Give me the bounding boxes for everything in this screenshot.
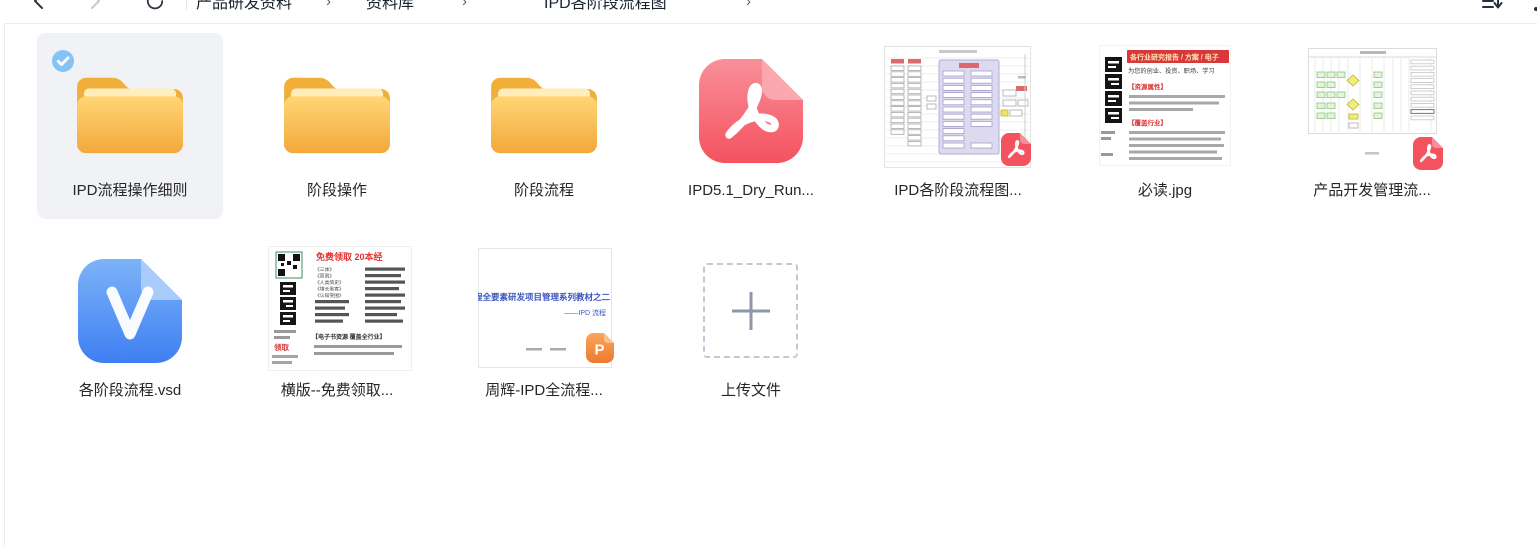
file-manager-window: 产品研发资料 › 资料库 › IPD各阶段流程图 › <box>0 0 1537 546</box>
tile-image-bidu-jpg[interactable]: 各行业研究报告 / 方案 / 电子 为您的创业、投资、职场、学习 【资源属性】 … <box>1072 33 1258 219</box>
visio-file-icon <box>37 233 223 381</box>
plus-icon <box>729 289 773 333</box>
file-label: 必读.jpg <box>1077 180 1253 202</box>
image-thumbnail: 各行业研究报告 / 方案 / 电子 为您的创业、投资、职场、学习 【资源属性】 … <box>1099 45 1231 166</box>
tile-pdf-product-dev-process[interactable]: 产品开发管理流... <box>1279 33 1465 219</box>
tile-visio-stage-process[interactable]: 各阶段流程.vsd <box>37 233 223 419</box>
back-button[interactable] <box>30 0 48 21</box>
svg-text:《认知突围》: 《认知突围》 <box>315 292 344 299</box>
svg-text:《三体》: 《三体》 <box>315 266 334 273</box>
breadcrumb-item-2[interactable]: 资料库 <box>366 0 414 21</box>
pdf-badge-icon <box>1001 133 1031 171</box>
file-label: IPD5.1_Dry_Run... <box>663 180 839 202</box>
svg-text:【资源属性】: 【资源属性】 <box>1128 82 1167 91</box>
svg-text:【电子书资源 覆盖全行业】: 【电子书资源 覆盖全行业】 <box>312 333 386 341</box>
document-thumbnail <box>1308 48 1437 166</box>
upload-label: 上传文件 <box>663 380 839 402</box>
svg-text:为您的创业、投资、职场、学习: 为您的创业、投资、职场、学习 <box>1128 67 1215 75</box>
more-icon[interactable] <box>1532 0 1537 21</box>
image-thumbnail: 领取 免费领取 20本经 《三体》 《原则》 《人类简史》 《增长黑客》 《认知… <box>268 246 412 371</box>
svg-text:——IPD 流程: ——IPD 流程 <box>564 308 606 317</box>
svg-text:【覆盖行业】: 【覆盖行业】 <box>1128 118 1167 127</box>
breadcrumb-label[interactable]: 资料库 <box>366 0 414 13</box>
refresh-icon[interactable] <box>145 0 165 21</box>
breadcrumb-item-1[interactable]: 产品研发资料 <box>196 0 292 21</box>
file-label: 产品开发管理流... <box>1284 180 1460 202</box>
file-label: 周辉-IPD全流程... <box>456 380 632 402</box>
tile-folder-ipd-process-details[interactable]: IPD流程操作细则 <box>37 33 223 219</box>
svg-text:程全要素研发项目管理系列教材之二: 程全要素研发项目管理系列教材之二 <box>478 292 610 302</box>
svg-text:《人类简史》: 《人类简史》 <box>315 279 344 286</box>
document-thumbnail <box>884 46 1031 168</box>
breadcrumb-caret-icon: › <box>462 0 467 21</box>
document-thumbnail: 程全要素研发项目管理系列教材之二 ——IPD 流程 P <box>478 248 612 368</box>
tile-folder-stage-operations[interactable]: 阶段操作 <box>244 33 430 219</box>
file-label: 横版--免费领取... <box>249 380 425 402</box>
pdf-file-icon <box>658 33 844 181</box>
file-label: IPD流程操作细则 <box>42 180 218 202</box>
svg-text:各行业研究报告 / 方案 / 电子: 各行业研究报告 / 方案 / 电子 <box>1129 53 1219 62</box>
breadcrumb-label[interactable]: IPD各阶段流程图 <box>544 0 667 13</box>
sort-icon[interactable] <box>1481 0 1503 21</box>
file-label: 阶段操作 <box>249 180 425 202</box>
pdf-badge-icon <box>1413 137 1443 175</box>
breadcrumb-caret-icon: › <box>326 0 331 21</box>
tile-pdf-dry-run[interactable]: IPD5.1_Dry_Run... <box>658 33 844 219</box>
tile-pdf-ipd-stage-flowcharts[interactable]: IPD各阶段流程图... <box>865 33 1051 219</box>
toolbar: 产品研发资料 › 资料库 › IPD各阶段流程图 › <box>4 0 1537 24</box>
breadcrumb-label[interactable]: 产品研发资料 <box>196 0 292 13</box>
file-label: 各阶段流程.vsd <box>42 380 218 402</box>
tile-folder-stage-process[interactable]: 阶段流程 <box>451 33 637 219</box>
file-label: IPD各阶段流程图... <box>870 180 1046 202</box>
ppt-badge-icon: P <box>586 333 614 368</box>
upload-dropzone[interactable] <box>703 263 798 358</box>
breadcrumb-item-3[interactable]: IPD各阶段流程图 <box>544 0 667 21</box>
file-label: 阶段流程 <box>456 180 632 202</box>
folder-icon <box>244 33 430 181</box>
tile-image-free-books[interactable]: 领取 免费领取 20本经 《三体》 《原则》 《人类简史》 《增长黑客》 《认知… <box>244 233 430 419</box>
toolbar-divider <box>186 0 187 10</box>
svg-text:P: P <box>594 342 604 359</box>
tile-upload-file[interactable]: 上传文件 <box>658 233 844 419</box>
forward-button[interactable] <box>86 0 104 21</box>
svg-text:《增长黑客》: 《增长黑客》 <box>315 286 344 293</box>
svg-text:领取: 领取 <box>274 342 289 352</box>
tile-ppt-zhouhui-ipd[interactable]: 程全要素研发项目管理系列教材之二 ——IPD 流程 P 周辉-IPD全流程... <box>451 233 637 419</box>
breadcrumb-caret-icon: › <box>746 0 751 21</box>
selected-check-icon[interactable] <box>52 50 74 72</box>
svg-text:免费领取 20本经: 免费领取 20本经 <box>316 251 383 262</box>
panel-left-border <box>4 0 5 546</box>
svg-text:《原则》: 《原则》 <box>315 273 334 280</box>
folder-icon <box>451 33 637 181</box>
